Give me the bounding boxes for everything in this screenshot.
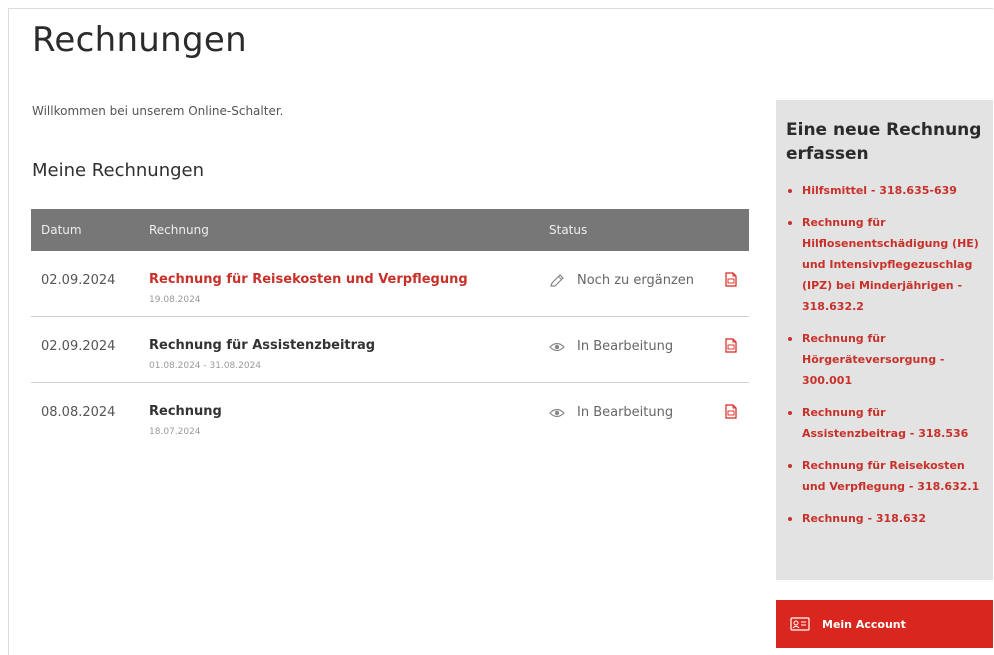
welcome-text: Willkommen bei unserem Online-Schalter. [32, 104, 284, 118]
invoice-date: 08.08.2024 [41, 405, 116, 420]
eye-icon [549, 340, 565, 354]
invoice-date: 02.09.2024 [41, 273, 116, 288]
eye-icon [549, 406, 565, 420]
column-header-invoice[interactable]: Rechnung [149, 223, 209, 237]
invoice-subtitle: 18.07.2024 [149, 427, 201, 437]
sidebar-title: Eine neue Rechnung erfassen [786, 120, 982, 164]
pencil-icon [549, 273, 565, 288]
invoice-title-link[interactable]: Rechnung für Reisekosten und Verpflegung [149, 272, 468, 287]
table-row[interactable]: 08.08.2024 Rechnung 18.07.2024 In Bearbe… [31, 383, 749, 448]
invoice-subtitle: 01.08.2024 - 31.08.2024 [149, 361, 262, 371]
table-row[interactable]: 02.09.2024 Rechnung für Reisekosten und … [31, 251, 749, 317]
sidebar-link-reisekosten[interactable]: Rechnung für Reisekosten und Verpflegung… [786, 455, 983, 497]
invoice-status: In Bearbeitung [549, 339, 673, 354]
pdf-icon[interactable] [725, 338, 737, 353]
my-account-button[interactable]: Mein Account [776, 600, 993, 648]
invoice-status: In Bearbeitung [549, 405, 673, 420]
sidebar-link-hilfsmittel[interactable]: Hilfsmittel - 318.635-639 [786, 180, 983, 201]
pdf-icon[interactable] [725, 272, 737, 287]
column-header-status[interactable]: Status [549, 223, 587, 237]
invoice-date: 02.09.2024 [41, 339, 116, 354]
sidebar-link-assistenzbeitrag[interactable]: Rechnung für Assistenzbeitrag - 318.536 [786, 402, 983, 444]
my-account-label: Mein Account [822, 617, 906, 631]
section-title: Meine Rechnungen [32, 160, 205, 181]
status-label: In Bearbeitung [577, 339, 674, 354]
page-title: Rechnungen [32, 20, 247, 60]
status-label: In Bearbeitung [577, 405, 674, 420]
invoice-title-link[interactable]: Rechnung für Assistenzbeitrag [149, 338, 375, 353]
column-header-date[interactable]: Datum [41, 223, 82, 237]
sidebar-link-hoergeraeteversorgung[interactable]: Rechnung für Hörgeräteversorgung - 300.0… [786, 328, 983, 391]
table-row[interactable]: 02.09.2024 Rechnung für Assistenzbeitrag… [31, 317, 749, 383]
new-invoice-list: Hilfsmittel - 318.635-639 Rechnung für H… [786, 180, 983, 529]
status-label: Noch zu ergänzen [577, 273, 695, 288]
invoice-subtitle: 19.08.2024 [149, 295, 201, 305]
sidebar-link-rechnung[interactable]: Rechnung - 318.632 [786, 508, 983, 529]
id-card-icon [790, 617, 810, 631]
new-invoice-sidebar: Eine neue Rechnung erfassen Hilfsmittel … [776, 100, 993, 580]
invoice-status: Noch zu ergänzen [549, 273, 694, 288]
table-header: Datum Rechnung Status [31, 209, 749, 251]
pdf-icon[interactable] [725, 404, 737, 419]
sidebar-link-hilflosenentschaedigung[interactable]: Rechnung für Hilflosenentschädigung (HE)… [786, 212, 983, 317]
invoice-title-link[interactable]: Rechnung [149, 404, 222, 419]
invoice-table: Datum Rechnung Status 02.09.2024 Rechnun… [31, 209, 749, 448]
